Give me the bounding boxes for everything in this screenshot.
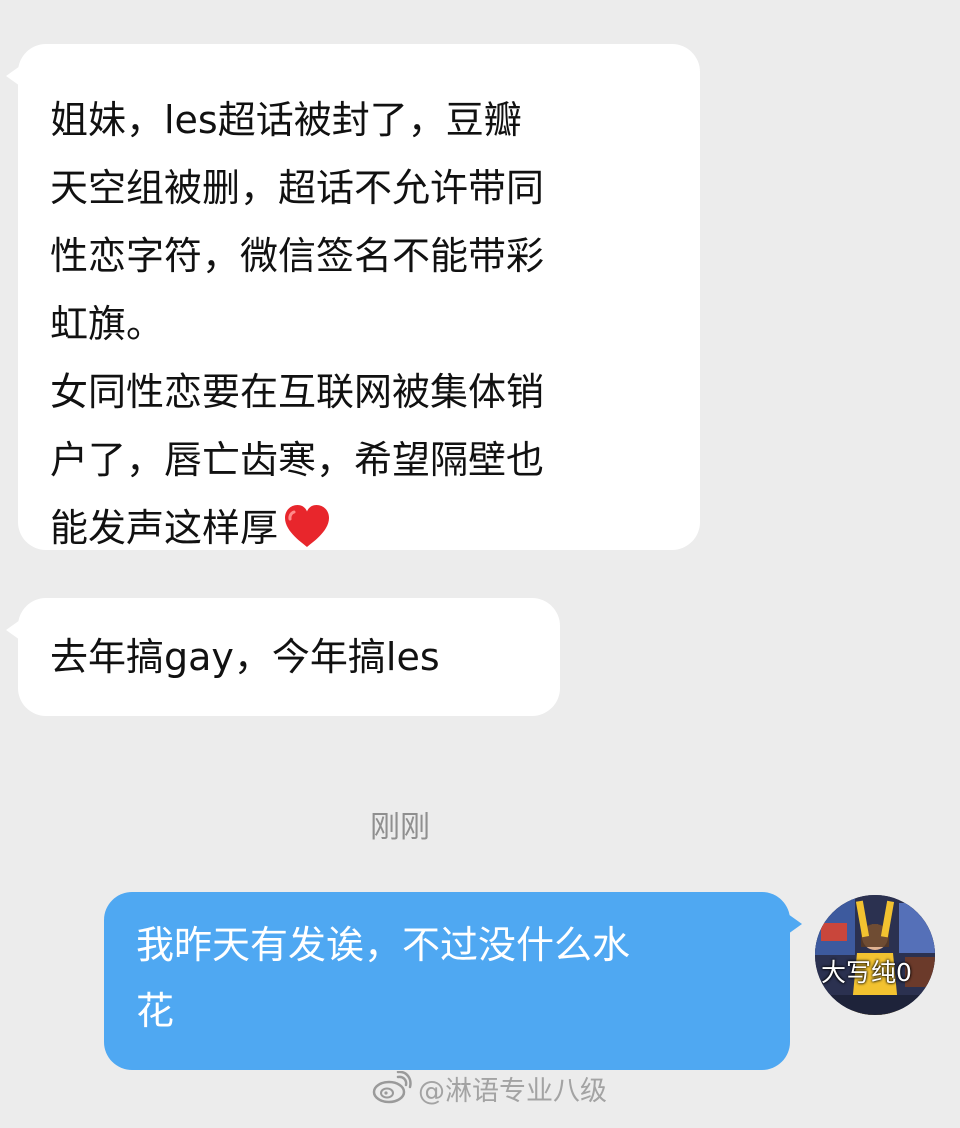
message-text: 去年搞gay，今年搞les [50, 635, 440, 679]
outgoing-message-bubble[interactable]: 我昨天有发诶，不过没什么水 花 [104, 892, 802, 1070]
avatar[interactable]: 大写纯0 [815, 895, 935, 1015]
message-text: 姐妹，les超话被封了，豆瓣 天空组被删，超话不允许带同 性恋字符，微信签名不能… [50, 86, 680, 562]
incoming-message-bubble[interactable]: 姐妹，les超话被封了，豆瓣 天空组被删，超话不允许带同 性恋字符，微信签名不能… [6, 44, 700, 550]
watermark: @淋语专业八级 [372, 1066, 607, 1110]
message-text: 我昨天有发诶，不过没什么水 花 [136, 923, 631, 1033]
incoming-message-bubble[interactable]: 去年搞gay，今年搞les [6, 598, 560, 716]
message-timestamp: 刚刚 [370, 810, 430, 845]
red-heart-icon [285, 505, 330, 547]
message-text-content: 姐妹，les超话被封了，豆瓣 天空组被删，超话不允许带同 性恋字符，微信签名不能… [50, 98, 545, 550]
avatar-caption: 大写纯0 [821, 958, 912, 987]
watermark-text: @淋语专业八级 [418, 1075, 607, 1107]
weibo-icon [372, 1071, 412, 1104]
